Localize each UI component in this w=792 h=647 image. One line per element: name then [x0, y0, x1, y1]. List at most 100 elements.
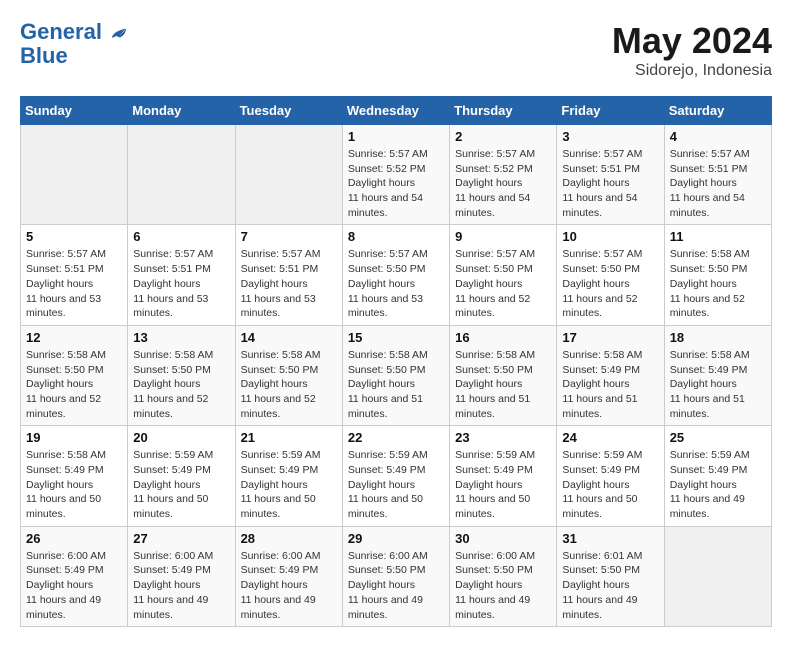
calendar-cell: 13Sunrise: 5:58 AMSunset: 5:50 PMDayligh… — [128, 325, 235, 425]
day-info: Sunrise: 5:59 AMSunset: 5:49 PMDaylight … — [348, 448, 444, 521]
day-info: Sunrise: 6:00 AMSunset: 5:49 PMDaylight … — [133, 549, 229, 622]
calendar-cell — [21, 125, 128, 225]
day-info: Sunrise: 5:58 AMSunset: 5:50 PMDaylight … — [26, 348, 122, 421]
calendar-cell: 22 Sunrise: 5:59 AMSunset: 5:49 PMDayligh… — [342, 426, 449, 526]
day-info: Sunrise: 5:58 AMSunset: 5:50 PMDaylight … — [133, 348, 229, 421]
calendar-cell: 16 Sunrise: 5:58 AMSunset: 5:50 PMDayligh… — [450, 325, 557, 425]
day-info: Sunrise: 6:00 AMSunset: 5:50 PMDaylight … — [455, 549, 551, 622]
day-number: 17 — [562, 330, 658, 345]
calendar-week-2: 5 Sunrise: 5:57 AMSunset: 5:51 PMDaylight… — [21, 225, 772, 325]
calendar-cell: 18 Sunrise: 5:58 AMSunset: 5:49 PMDayligh… — [664, 325, 771, 425]
calendar-cell: 12 Sunrise: 5:58 AMSunset: 5:50 PMDayligh… — [21, 325, 128, 425]
calendar-cell: 11 Sunrise: 5:58 AMSunset: 5:50 PMDayligh… — [664, 225, 771, 325]
day-info: Sunrise: 5:57 AMSunset: 5:51 PMDaylight … — [562, 147, 658, 220]
day-number: 18 — [670, 330, 766, 345]
day-number: 16 — [455, 330, 551, 345]
day-info: Sunrise: 6:00 AMSunset: 5:49 PMDaylight … — [26, 549, 122, 622]
day-info: Sunrise: 5:58 AMSunset: 5:50 PMDaylight … — [241, 348, 337, 421]
day-number: 28 — [241, 531, 337, 546]
logo-text-blue: Blue — [20, 44, 128, 68]
calendar-cell: 6 Sunrise: 5:57 AMSunset: 5:51 PMDaylight… — [128, 225, 235, 325]
calendar-cell: 15 Sunrise: 5:58 AMSunset: 5:50 PMDayligh… — [342, 325, 449, 425]
day-number: 4 — [670, 129, 766, 144]
day-info: Sunrise: 5:58 AMSunset: 5:50 PMDaylight … — [670, 247, 766, 320]
day-info: Sunrise: 5:59 AMSunset: 5:49 PMDaylight … — [133, 448, 229, 521]
day-info: Sunrise: 5:59 AMSunset: 5:49 PMDaylight … — [241, 448, 337, 521]
day-info: Sunrise: 5:58 AMSunset: 5:50 PMDaylight … — [348, 348, 444, 421]
day-info: Sunrise: 6:01 AMSunset: 5:50 PMDaylight … — [562, 549, 658, 622]
calendar-cell: 9 Sunrise: 5:57 AMSunset: 5:50 PMDaylight… — [450, 225, 557, 325]
calendar-week-3: 12 Sunrise: 5:58 AMSunset: 5:50 PMDayligh… — [21, 325, 772, 425]
calendar-cell: 24 Sunrise: 5:59 AMSunset: 5:49 PMDayligh… — [557, 426, 664, 526]
calendar-cell: 21 Sunrise: 5:59 AMSunset: 5:49 PMDayligh… — [235, 426, 342, 526]
location-subtitle: Sidorejo, Indonesia — [612, 62, 772, 80]
day-info: Sunrise: 5:57 AMSunset: 5:52 PMDaylight … — [348, 147, 444, 220]
calendar-cell: 4Sunrise: 5:57 AMSunset: 5:51 PMDaylight… — [664, 125, 771, 225]
day-info: Sunrise: 6:00 AMSunset: 5:50 PMDaylight … — [348, 549, 444, 622]
day-number: 27 — [133, 531, 229, 546]
calendar-week-1: 1 Sunrise: 5:57 AMSunset: 5:52 PMDaylight… — [21, 125, 772, 225]
day-info: Sunrise: 5:57 AMSunset: 5:50 PMDaylight … — [455, 247, 551, 320]
weekday-header-sunday: Sunday — [21, 97, 128, 125]
day-info: Sunrise: 5:57 AMSunset: 5:51 PMDaylight … — [241, 247, 337, 320]
day-number: 14 — [241, 330, 337, 345]
weekday-header-tuesday: Tuesday — [235, 97, 342, 125]
day-number: 21 — [241, 430, 337, 445]
day-number: 26 — [26, 531, 122, 546]
day-number: 6 — [133, 229, 229, 244]
calendar-cell: 1 Sunrise: 5:57 AMSunset: 5:52 PMDaylight… — [342, 125, 449, 225]
day-number: 12 — [26, 330, 122, 345]
day-number: 5 — [26, 229, 122, 244]
calendar-cell: 7 Sunrise: 5:57 AMSunset: 5:51 PMDaylight… — [235, 225, 342, 325]
day-number: 15 — [348, 330, 444, 345]
calendar-cell: 23Sunrise: 5:59 AMSunset: 5:49 PMDayligh… — [450, 426, 557, 526]
day-number: 9 — [455, 229, 551, 244]
day-number: 7 — [241, 229, 337, 244]
day-info: Sunrise: 5:58 AMSunset: 5:49 PMDaylight … — [670, 348, 766, 421]
calendar-cell: 5 Sunrise: 5:57 AMSunset: 5:51 PMDaylight… — [21, 225, 128, 325]
day-number: 22 — [348, 430, 444, 445]
calendar-cell — [235, 125, 342, 225]
day-info: Sunrise: 5:57 AMSunset: 5:51 PMDaylight … — [26, 247, 122, 320]
weekday-header-monday: Monday — [128, 97, 235, 125]
day-info: Sunrise: 5:59 AMSunset: 5:49 PMDaylight … — [670, 448, 766, 521]
weekday-header-friday: Friday — [557, 97, 664, 125]
day-info: Sunrise: 5:57 AMSunset: 5:50 PMDaylight … — [348, 247, 444, 320]
weekday-header-thursday: Thursday — [450, 97, 557, 125]
day-number: 3 — [562, 129, 658, 144]
day-info: Sunrise: 5:59 AMSunset: 5:49 PMDaylight … — [562, 448, 658, 521]
day-number: 25 — [670, 430, 766, 445]
day-info: Sunrise: 5:58 AMSunset: 5:50 PMDaylight … — [455, 348, 551, 421]
calendar-cell: 20 Sunrise: 5:59 AMSunset: 5:49 PMDayligh… — [128, 426, 235, 526]
page-header: General Blue May 2024 Sidorejo, Indonesi… — [20, 20, 772, 80]
day-number: 30 — [455, 531, 551, 546]
day-number: 20 — [133, 430, 229, 445]
calendar-cell: 2Sunrise: 5:57 AMSunset: 5:52 PMDaylight… — [450, 125, 557, 225]
day-number: 31 — [562, 531, 658, 546]
calendar-cell: 19Sunrise: 5:58 AMSunset: 5:49 PMDayligh… — [21, 426, 128, 526]
logo-bird-icon — [110, 24, 128, 42]
day-number: 29 — [348, 531, 444, 546]
day-number: 10 — [562, 229, 658, 244]
day-info: Sunrise: 5:59 AMSunset: 5:49 PMDaylight … — [455, 448, 551, 521]
day-info: Sunrise: 5:57 AMSunset: 5:51 PMDaylight … — [133, 247, 229, 320]
day-info: Sunrise: 6:00 AMSunset: 5:49 PMDaylight … — [241, 549, 337, 622]
weekday-header-wednesday: Wednesday — [342, 97, 449, 125]
day-info: Sunrise: 5:57 AMSunset: 5:50 PMDaylight … — [562, 247, 658, 320]
day-info: Sunrise: 5:57 AMSunset: 5:52 PMDaylight … — [455, 147, 551, 220]
day-number: 11 — [670, 229, 766, 244]
calendar-cell: 8 Sunrise: 5:57 AMSunset: 5:50 PMDaylight… — [342, 225, 449, 325]
logo-text-general: General — [20, 19, 102, 44]
day-number: 24 — [562, 430, 658, 445]
day-number: 19 — [26, 430, 122, 445]
calendar-cell — [128, 125, 235, 225]
weekday-header-row: SundayMondayTuesdayWednesdayThursdayFrid… — [21, 97, 772, 125]
weekday-header-saturday: Saturday — [664, 97, 771, 125]
day-number: 8 — [348, 229, 444, 244]
day-number: 1 — [348, 129, 444, 144]
day-info: Sunrise: 5:58 AMSunset: 5:49 PMDaylight … — [562, 348, 658, 421]
calendar-week-4: 19Sunrise: 5:58 AMSunset: 5:49 PMDayligh… — [21, 426, 772, 526]
calendar-table: SundayMondayTuesdayWednesdayThursdayFrid… — [20, 96, 772, 627]
logo: General Blue — [20, 20, 128, 68]
calendar-cell: 10 Sunrise: 5:57 AMSunset: 5:50 PMDayligh… — [557, 225, 664, 325]
